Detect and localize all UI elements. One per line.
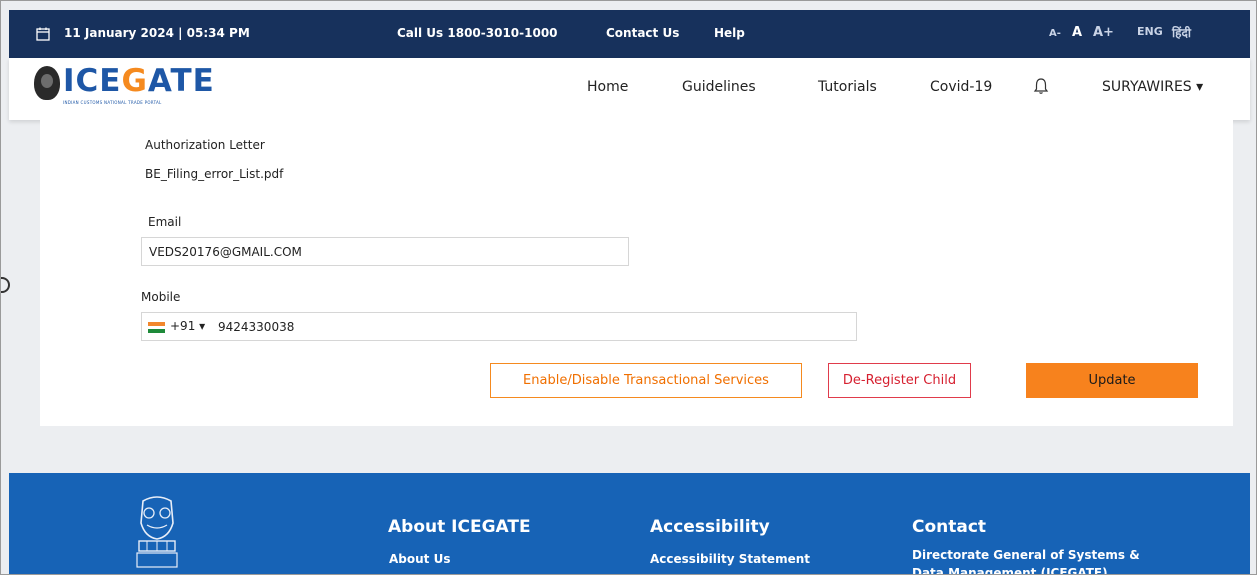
main-navbar: ICEGATE INDIAN CUSTOMS NATIONAL TRADE PO…	[9, 58, 1250, 120]
contact-us-link[interactable]: Contact Us	[606, 26, 679, 40]
footer-accessibility-statement-link[interactable]: Accessibility Statement	[650, 552, 810, 566]
current-datetime: 11 January 2024 | 05:34 PM	[64, 26, 250, 40]
calendar-icon	[36, 27, 50, 41]
mobile-field[interactable]: +91 ▾ 9424330038	[141, 312, 857, 341]
nav-guidelines[interactable]: Guidelines	[682, 79, 756, 95]
footer-accessibility-heading: Accessibility	[650, 517, 770, 537]
user-menu-dropdown[interactable]: SURYAWIRES ▾	[1102, 79, 1203, 95]
top-utility-bar: 11 January 2024 | 05:34 PM Call Us 1800-…	[9, 10, 1250, 58]
national-emblem-icon	[136, 496, 178, 568]
deregister-child-button[interactable]: De-Register Child	[828, 363, 971, 398]
authorization-letter-label: Authorization Letter	[145, 138, 265, 152]
authorization-letter-file[interactable]: BE_Filing_error_List.pdf	[145, 167, 283, 181]
call-us-number[interactable]: Call Us 1800-3010-1000	[397, 26, 558, 40]
india-flag-icon	[148, 322, 165, 333]
update-button[interactable]: Update	[1026, 363, 1198, 398]
font-decrease-button[interactable]: A-	[1049, 28, 1061, 39]
icegate-logo[interactable]: ICEGATE	[63, 63, 215, 99]
app-window: 11 January 2024 | 05:34 PM Call Us 1800-…	[0, 0, 1257, 575]
footer-about-us-link[interactable]: About Us	[389, 552, 450, 566]
footer-contact-line1: Directorate General of Systems &	[912, 548, 1140, 562]
mobile-label: Mobile	[141, 290, 181, 304]
enable-disable-transactional-services-button[interactable]: Enable/Disable Transactional Services	[490, 363, 802, 398]
side-handle-icon[interactable]	[1, 277, 10, 293]
nav-covid-19[interactable]: Covid-19	[930, 79, 992, 95]
email-label: Email	[148, 215, 182, 229]
mobile-number-value: 9424330038	[218, 320, 295, 334]
help-link[interactable]: Help	[714, 26, 745, 40]
logo-text-part2: G	[121, 63, 148, 99]
footer-contact-heading: Contact	[912, 517, 987, 537]
language-english[interactable]: ENG	[1137, 25, 1163, 38]
profile-form-card: Authorization Letter BE_Filing_error_Lis…	[40, 120, 1233, 426]
logo-text-part3: ATE	[147, 63, 215, 99]
email-field[interactable]: VEDS20176@GMAIL.COM	[141, 237, 629, 266]
footer-about-heading: About ICEGATE	[388, 517, 531, 537]
nav-home[interactable]: Home	[587, 79, 628, 95]
country-code-select[interactable]: +91 ▾	[170, 319, 205, 333]
font-normal-button[interactable]: A	[1072, 25, 1082, 40]
icegate-logo-emblem-icon[interactable]	[34, 66, 60, 100]
nav-tutorials[interactable]: Tutorials	[818, 79, 877, 95]
logo-text-part1: ICE	[63, 63, 122, 99]
logo-tagline: INDIAN CUSTOMS NATIONAL TRADE PORTAL	[63, 100, 162, 105]
font-increase-button[interactable]: A+	[1093, 25, 1114, 40]
footer-contact-line2: Data Management (ICEGATE)	[912, 566, 1108, 575]
site-footer: About ICEGATE About Us Accessibility Acc…	[9, 473, 1250, 575]
bell-icon[interactable]	[1033, 77, 1049, 95]
language-hindi[interactable]: हिंदी	[1172, 24, 1191, 41]
